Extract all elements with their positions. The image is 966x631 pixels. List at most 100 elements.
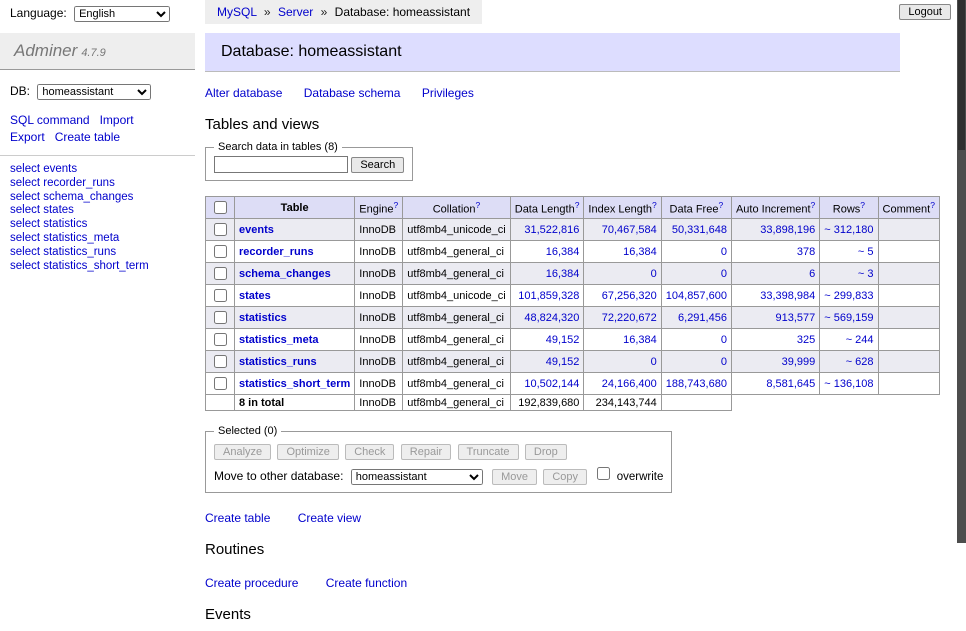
rows-count-link[interactable]: ~ 312,180 xyxy=(824,224,873,236)
index-length-link[interactable]: 16,384 xyxy=(623,334,657,346)
truncate-button[interactable]: Truncate xyxy=(458,444,519,460)
data-length-link[interactable]: 49,152 xyxy=(546,356,580,368)
auto-increment-link[interactable]: 325 xyxy=(797,334,815,346)
select-all-checkbox[interactable] xyxy=(214,201,227,214)
alter-database-link[interactable]: Alter database xyxy=(205,86,282,100)
data-free-link[interactable]: 188,743,680 xyxy=(666,378,727,390)
sidebar-item-select-schema-changes[interactable]: select schema_changes xyxy=(10,191,185,204)
rows-count-link[interactable]: ~ 136,108 xyxy=(824,378,873,390)
help-link[interactable]: ? xyxy=(476,200,481,210)
optimize-button[interactable]: Optimize xyxy=(277,444,338,460)
data-free-link[interactable]: 0 xyxy=(721,246,727,258)
create-function-link[interactable]: Create function xyxy=(326,576,407,590)
index-length-link[interactable]: 24,166,400 xyxy=(602,378,657,390)
analyze-button[interactable]: Analyze xyxy=(214,444,271,460)
auto-increment-link[interactable]: 33,398,984 xyxy=(760,290,815,302)
auto-increment-link[interactable]: 39,999 xyxy=(782,356,816,368)
table-link[interactable]: events xyxy=(239,224,274,236)
row-checkbox[interactable] xyxy=(214,355,227,368)
create-table-link[interactable]: Create table xyxy=(205,511,270,525)
sidebar-link-create-table[interactable]: Create table xyxy=(55,130,120,144)
row-checkbox[interactable] xyxy=(214,245,227,258)
data-free-link[interactable]: 0 xyxy=(721,268,727,280)
sidebar-link-sql-command[interactable]: SQL command xyxy=(10,113,90,127)
sidebar-item-select-events[interactable]: select events xyxy=(10,163,185,176)
db-select[interactable]: homeassistant xyxy=(37,84,151,100)
language-select[interactable]: English xyxy=(74,6,170,22)
rows-count-link[interactable]: ~ 299,833 xyxy=(824,290,873,302)
table-link[interactable]: schema_changes xyxy=(239,268,331,280)
auto-increment-link[interactable]: 6 xyxy=(809,268,815,280)
data-length-link[interactable]: 10,502,144 xyxy=(524,378,579,390)
data-free-link[interactable]: 0 xyxy=(721,356,727,368)
table-link[interactable]: statistics xyxy=(239,312,287,324)
row-checkbox[interactable] xyxy=(214,311,227,324)
data-free-link[interactable]: 0 xyxy=(721,334,727,346)
sidebar-item-select-statistics-runs[interactable]: select statistics_runs xyxy=(10,246,185,259)
move-db-select[interactable]: homeassistant xyxy=(351,469,483,485)
copy-button[interactable]: Copy xyxy=(543,469,587,485)
data-free-link[interactable]: 50,331,648 xyxy=(672,224,727,236)
search-input[interactable] xyxy=(214,156,348,173)
row-checkbox[interactable] xyxy=(214,333,227,346)
table-link[interactable]: statistics_short_term xyxy=(239,378,350,390)
index-length-link[interactable]: 0 xyxy=(651,356,657,368)
data-free-link[interactable]: 6,291,456 xyxy=(678,312,727,324)
sidebar-link-import[interactable]: Import xyxy=(100,113,134,127)
rows-count-link[interactable]: ~ 244 xyxy=(846,334,874,346)
data-length-link[interactable]: 16,384 xyxy=(546,268,580,280)
search-button[interactable]: Search xyxy=(351,157,404,173)
privileges-link[interactable]: Privileges xyxy=(422,86,474,100)
data-length-link[interactable]: 101,859,328 xyxy=(518,290,579,302)
repair-button[interactable]: Repair xyxy=(401,444,451,460)
table-link[interactable]: recorder_runs xyxy=(239,246,314,258)
rows-count-link[interactable]: ~ 628 xyxy=(846,356,874,368)
sidebar-item-select-recorder-runs[interactable]: select recorder_runs xyxy=(10,177,185,190)
create-procedure-link[interactable]: Create procedure xyxy=(205,576,298,590)
index-length-link[interactable]: 72,220,672 xyxy=(602,312,657,324)
auto-increment-link[interactable]: 8,581,645 xyxy=(766,378,815,390)
data-length-link[interactable]: 31,522,816 xyxy=(524,224,579,236)
table-link[interactable]: statistics_runs xyxy=(239,356,317,368)
sidebar-item-select-statistics-short-term[interactable]: select statistics_short_term xyxy=(10,260,185,273)
table-link[interactable]: states xyxy=(239,290,271,302)
row-checkbox[interactable] xyxy=(214,223,227,236)
auto-increment-link[interactable]: 913,577 xyxy=(776,312,816,324)
scrollbar-thumb[interactable] xyxy=(958,0,965,150)
check-button[interactable]: Check xyxy=(345,444,394,460)
sidebar-item-select-states[interactable]: select states xyxy=(10,204,185,217)
help-link[interactable]: ? xyxy=(718,200,723,210)
table-link[interactable]: statistics_meta xyxy=(239,334,319,346)
row-checkbox[interactable] xyxy=(214,377,227,390)
index-length-link[interactable]: 67,256,320 xyxy=(602,290,657,302)
overwrite-checkbox[interactable] xyxy=(597,467,610,480)
index-length-link[interactable]: 70,467,584 xyxy=(602,224,657,236)
move-button[interactable]: Move xyxy=(492,469,537,485)
row-checkbox[interactable] xyxy=(214,267,227,280)
logout-button[interactable]: Logout xyxy=(899,4,951,20)
breadcrumb-server-link[interactable]: Server xyxy=(278,5,313,19)
sidebar-link-export[interactable]: Export xyxy=(10,130,45,144)
rows-count-link[interactable]: ~ 3 xyxy=(858,268,874,280)
data-free-link[interactable]: 104,857,600 xyxy=(666,290,727,302)
auto-increment-link[interactable]: 33,898,196 xyxy=(760,224,815,236)
vertical-scrollbar[interactable] xyxy=(957,0,966,543)
data-length-link[interactable]: 48,824,320 xyxy=(524,312,579,324)
help-link[interactable]: ? xyxy=(811,200,816,210)
sidebar-item-select-statistics[interactable]: select statistics xyxy=(10,218,185,231)
breadcrumb-mysql-link[interactable]: MySQL xyxy=(217,5,257,19)
index-length-link[interactable]: 0 xyxy=(651,268,657,280)
row-checkbox[interactable] xyxy=(214,289,227,302)
create-view-link[interactable]: Create view xyxy=(298,511,361,525)
help-link[interactable]: ? xyxy=(930,200,935,210)
data-length-link[interactable]: 49,152 xyxy=(546,334,580,346)
auto-increment-link[interactable]: 378 xyxy=(797,246,815,258)
drop-button[interactable]: Drop xyxy=(525,444,567,460)
index-length-link[interactable]: 16,384 xyxy=(623,246,657,258)
help-link[interactable]: ? xyxy=(652,200,657,210)
sidebar-item-select-statistics-meta[interactable]: select statistics_meta xyxy=(10,232,185,245)
rows-count-link[interactable]: ~ 569,159 xyxy=(824,312,873,324)
rows-count-link[interactable]: ~ 5 xyxy=(858,246,874,258)
help-link[interactable]: ? xyxy=(575,200,580,210)
help-link[interactable]: ? xyxy=(860,200,865,210)
